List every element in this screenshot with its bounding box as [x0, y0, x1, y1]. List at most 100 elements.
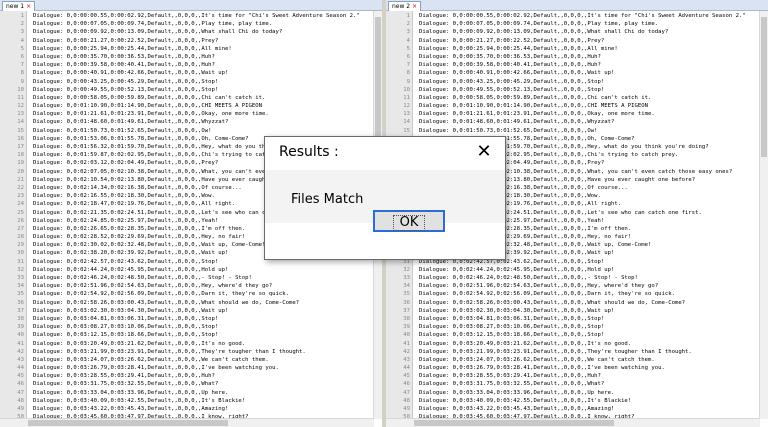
text-line[interactable]: 35 Dialogue: 0,0:02:54.92,0:02:56.09,Defa… [386, 290, 760, 298]
text-line[interactable]: 38 Dialogue: 0,0:03:04.81,0:03:06.31,Defa… [0, 315, 374, 323]
line-number: 49 [17, 406, 24, 412]
text-line[interactable]: 44 Dialogue: 0,0:03:26.79,0:03:28.41,Defa… [386, 364, 760, 372]
text-line[interactable]: 46 Dialogue: 0,0:03:31.75,0:03:32.55,Defa… [0, 380, 374, 388]
text-line[interactable]: 45 Dialogue: 0,0:03:28.55,0:03:29.41,Defa… [0, 372, 374, 380]
line-number: 44 [403, 365, 410, 372]
text-line[interactable]: 7 Dialogue: 0,0:00:39.58,0:00:40.41,Defau… [386, 61, 760, 69]
text-line[interactable]: 14 Dialogue: 0,0:01:48.60,0:01:49.61,Defa… [0, 118, 374, 126]
line-text: Dialogue: 0,0:02:26.65,0:02:28.35,Defaul… [33, 225, 246, 232]
text-line[interactable]: 43 Dialogue: 0,0:03:24.07,0:03:26.62,Defa… [0, 356, 374, 364]
text-line[interactable]: 13 Dialogue: 0,0:01:21.61,0:01:23.91,Defa… [386, 110, 760, 118]
text-line[interactable]: 4 Dialogue: 0,0:00:21.27,0:00:22.52,Defau… [386, 37, 760, 45]
text-line[interactable]: 5 Dialogue: 0,0:00:25.94,0:00:25.44,Defau… [0, 45, 374, 53]
text-line[interactable]: 14 Dialogue: 0,0:01:48.60,0:01:49.61,Defa… [386, 118, 760, 126]
line-text: Dialogue: 0,0:02:14.34,0:02:16.38,Defaul… [33, 184, 242, 191]
text-line[interactable]: 6 Dialogue: 0,0:00:35.70,0:00:36.53,Defau… [386, 53, 760, 61]
text-line[interactable]: 10 Dialogue: 0,0:00:49.55,0:00:52.13,Defa… [386, 86, 760, 94]
text-line[interactable]: 36 Dialogue: 0,0:02:58.26,0:03:00.43,Defa… [0, 299, 374, 307]
line-number: 33 [17, 275, 24, 281]
text-line[interactable]: 10 Dialogue: 0,0:00:49.55,0:00:52.13,Defa… [0, 86, 374, 94]
text-line[interactable]: 41 Dialogue: 0,0:03:20.49,0:03:21.62,Defa… [0, 340, 374, 348]
text-line[interactable]: 48 Dialogue: 0,0:03:40.09,0:03:42.55,Defa… [386, 397, 760, 405]
text-line[interactable]: 39 Dialogue: 0,0:03:08.27,0:03:10.06,Defa… [0, 323, 374, 331]
text-line[interactable]: 34 Dialogue: 0,0:02:51.96,0:02:54.63,Defa… [0, 282, 374, 290]
text-line[interactable]: 3 Dialogue: 0,0:00:09.92,0:00:13.09,Defau… [386, 28, 760, 36]
line-text: Dialogue: 0,0:01:50.73,0:01:52.65,Defaul… [419, 127, 598, 134]
line-text: Dialogue: 0,0:00:00.55,0:00:02.92,Defaul… [419, 13, 746, 19]
text-line[interactable]: 9 Dialogue: 0,0:00:43.25,0:00:45.29,Defau… [386, 78, 760, 86]
text-line[interactable]: 48 Dialogue: 0,0:03:40.09,0:03:42.55,Defa… [0, 397, 374, 405]
line-number: 48 [403, 397, 410, 404]
text-line[interactable]: 34 Dialogue: 0,0:02:51.96,0:02:54.63,Defa… [386, 282, 760, 290]
line-text: Dialogue: 0,0:01:53.06,0:01:55.78,Defaul… [33, 135, 249, 142]
tab-close-icon[interactable]: × [26, 2, 31, 11]
tab-close-icon[interactable]: × [412, 2, 417, 11]
text-line[interactable]: 32 Dialogue: 0,0:02:44.24,0:02:45.95,Defa… [386, 266, 760, 274]
text-line[interactable]: 33 Dialogue: 0,0:02:46.24,0:02:48.50,Defa… [386, 274, 760, 282]
text-line[interactable]: 49 Dialogue: 0,0:03:43.22,0:03:45.43,Defa… [0, 405, 374, 413]
text-line[interactable]: 47 Dialogue: 0,0:03:33.04,0:03:33.96,Defa… [0, 389, 374, 397]
text-line[interactable]: 38 Dialogue: 0,0:03:04.81,0:03:06.31,Defa… [386, 315, 760, 323]
text-line[interactable]: 44 Dialogue: 0,0:03:26.79,0:03:28.41,Defa… [0, 364, 374, 372]
text-line[interactable]: 11 Dialogue: 0,0:00:58.05,0:00:59.89,Defa… [0, 94, 374, 102]
text-line[interactable]: 9 Dialogue: 0,0:00:43.25,0:00:45.29,Defau… [0, 78, 374, 86]
line-number: 22 [17, 184, 24, 191]
line-text: Dialogue: 0,0:02:24.85,0:02:25.97,Defaul… [33, 217, 219, 224]
left-horizontal-scrollbar[interactable] [0, 418, 374, 427]
scroll-thumb[interactable] [28, 420, 228, 426]
text-line[interactable]: 8 Dialogue: 0,0:00:40.91,0:00:42.66,Defau… [386, 69, 760, 77]
line-number: 38 [17, 315, 24, 322]
scroll-thumb[interactable] [414, 420, 614, 426]
text-line[interactable]: 46 Dialogue: 0,0:03:31.75,0:03:32.55,Defa… [386, 380, 760, 388]
text-line[interactable]: 1 Dialogue: 0,0:00:00.55,0:00:02.92,Defau… [0, 12, 374, 20]
text-line[interactable]: 15 Dialogue: 0,0:01:50.73,0:01:52.65,Defa… [386, 127, 760, 135]
text-line[interactable]: 37 Dialogue: 0,0:03:02.30,0:03:04.30,Defa… [386, 307, 760, 315]
line-text: Dialogue: 0,0:02:42.57,0:02:43.62,Defaul… [33, 258, 219, 265]
text-line[interactable]: 3 Dialogue: 0,0:00:09.92,0:00:13.09,Defau… [0, 28, 374, 36]
close-icon[interactable]: ✕ [473, 141, 495, 163]
text-line[interactable]: 45 Dialogue: 0,0:03:28.55,0:03:29.41,Defa… [386, 372, 760, 380]
text-line[interactable]: 15 Dialogue: 0,0:01:50.73,0:01:52.65,Defa… [0, 127, 374, 135]
text-line[interactable]: 35 Dialogue: 0,0:02:54.92,0:02:56.09,Defa… [0, 290, 374, 298]
line-number: 29 [17, 242, 24, 249]
text-line[interactable]: 32 Dialogue: 0,0:02:44.24,0:02:45.95,Defa… [0, 266, 374, 274]
text-line[interactable]: 13 Dialogue: 0,0:01:21.61,0:01:23.91,Defa… [0, 110, 374, 118]
text-line[interactable]: 42 Dialogue: 0,0:03:21.99,0:03:23.91,Defa… [386, 348, 760, 356]
line-number: 12 [17, 103, 24, 110]
text-line[interactable]: 7 Dialogue: 0,0:00:39.58,0:00:40.41,Defau… [0, 61, 374, 69]
text-line[interactable]: 11 Dialogue: 0,0:00:58.05,0:00:59.89,Defa… [386, 94, 760, 102]
text-line[interactable]: 4 Dialogue: 0,0:00:21.27,0:00:22.52,Defau… [0, 37, 374, 45]
text-line[interactable]: 2 Dialogue: 0,0:00:07.05,0:00:09.74,Defau… [386, 20, 760, 28]
line-text: Dialogue: 0,0:00:00.55,0:00:02.92,Defaul… [33, 13, 360, 19]
text-line[interactable]: 43 Dialogue: 0,0:03:24.07,0:03:26.62,Defa… [386, 356, 760, 364]
text-line[interactable]: 36 Dialogue: 0,0:02:58.26,0:03:00.43,Defa… [386, 299, 760, 307]
tab-new-2[interactable]: new 2 × [388, 1, 422, 11]
text-line[interactable]: 2 Dialogue: 0,0:00:07.05,0:00:09.74,Defau… [0, 20, 374, 28]
text-line[interactable]: 40 Dialogue: 0,0:03:12.15,0:03:18.66,Defa… [0, 331, 374, 339]
text-line[interactable]: 47 Dialogue: 0,0:03:33.04,0:03:33.96,Defa… [386, 389, 760, 397]
text-line[interactable]: 6 Dialogue: 0,0:00:35.70,0:00:36.53,Defau… [0, 53, 374, 61]
text-line[interactable]: 12 Dialogue: 0,0:01:10.90,0:01:14.90,Defa… [0, 102, 374, 110]
text-line[interactable]: 33 Dialogue: 0,0:02:46.24,0:02:48.50,Defa… [0, 274, 374, 282]
right-tab-bar: new 2 × [386, 0, 768, 11]
text-line[interactable]: 8 Dialogue: 0,0:00:40.91,0:00:42.66,Defau… [0, 69, 374, 77]
line-text: Dialogue: 0,0:00:35.70,0:00:36.53,Defaul… [419, 53, 601, 60]
text-line[interactable]: 37 Dialogue: 0,0:03:02.30,0:03:04.30,Defa… [0, 307, 374, 315]
line-text: Dialogue: 0,0:03:20.49,0:03:21.62,Defaul… [419, 340, 632, 347]
text-line[interactable]: 41 Dialogue: 0,0:03:20.49,0:03:21.62,Defa… [386, 340, 760, 348]
text-line[interactable]: 39 Dialogue: 0,0:03:08.27,0:03:10.06,Defa… [386, 323, 760, 331]
right-vertical-scrollbar[interactable] [759, 11, 768, 419]
right-horizontal-scrollbar[interactable] [386, 418, 760, 427]
text-line[interactable]: 49 Dialogue: 0,0:03:43.22,0:03:45.43,Defa… [386, 405, 760, 413]
text-line[interactable]: 1 Dialogue: 0,0:00:00.55,0:00:02.92,Defau… [386, 12, 760, 20]
scroll-thumb[interactable] [761, 17, 767, 157]
text-line[interactable]: 5 Dialogue: 0,0:00:25.94,0:00:25.44,Defau… [386, 45, 760, 53]
text-line[interactable]: 42 Dialogue: 0,0:03:21.99,0:03:23.91,Defa… [0, 348, 374, 356]
ok-button[interactable]: OK [373, 210, 445, 232]
text-line[interactable]: 40 Dialogue: 0,0:03:12.15,0:03:18.66,Defa… [386, 331, 760, 339]
line-text: Dialogue: 0,0:00:25.94,0:00:25.44,Defaul… [33, 45, 232, 52]
text-line[interactable]: 12 Dialogue: 0,0:01:10.90,0:01:14.90,Defa… [386, 102, 760, 110]
line-text: Dialogue: 0,0:00:39.58,0:00:40.41,Defaul… [419, 62, 601, 69]
line-number: 21 [17, 176, 24, 183]
tab-new-1[interactable]: new 1 × [2, 1, 36, 11]
